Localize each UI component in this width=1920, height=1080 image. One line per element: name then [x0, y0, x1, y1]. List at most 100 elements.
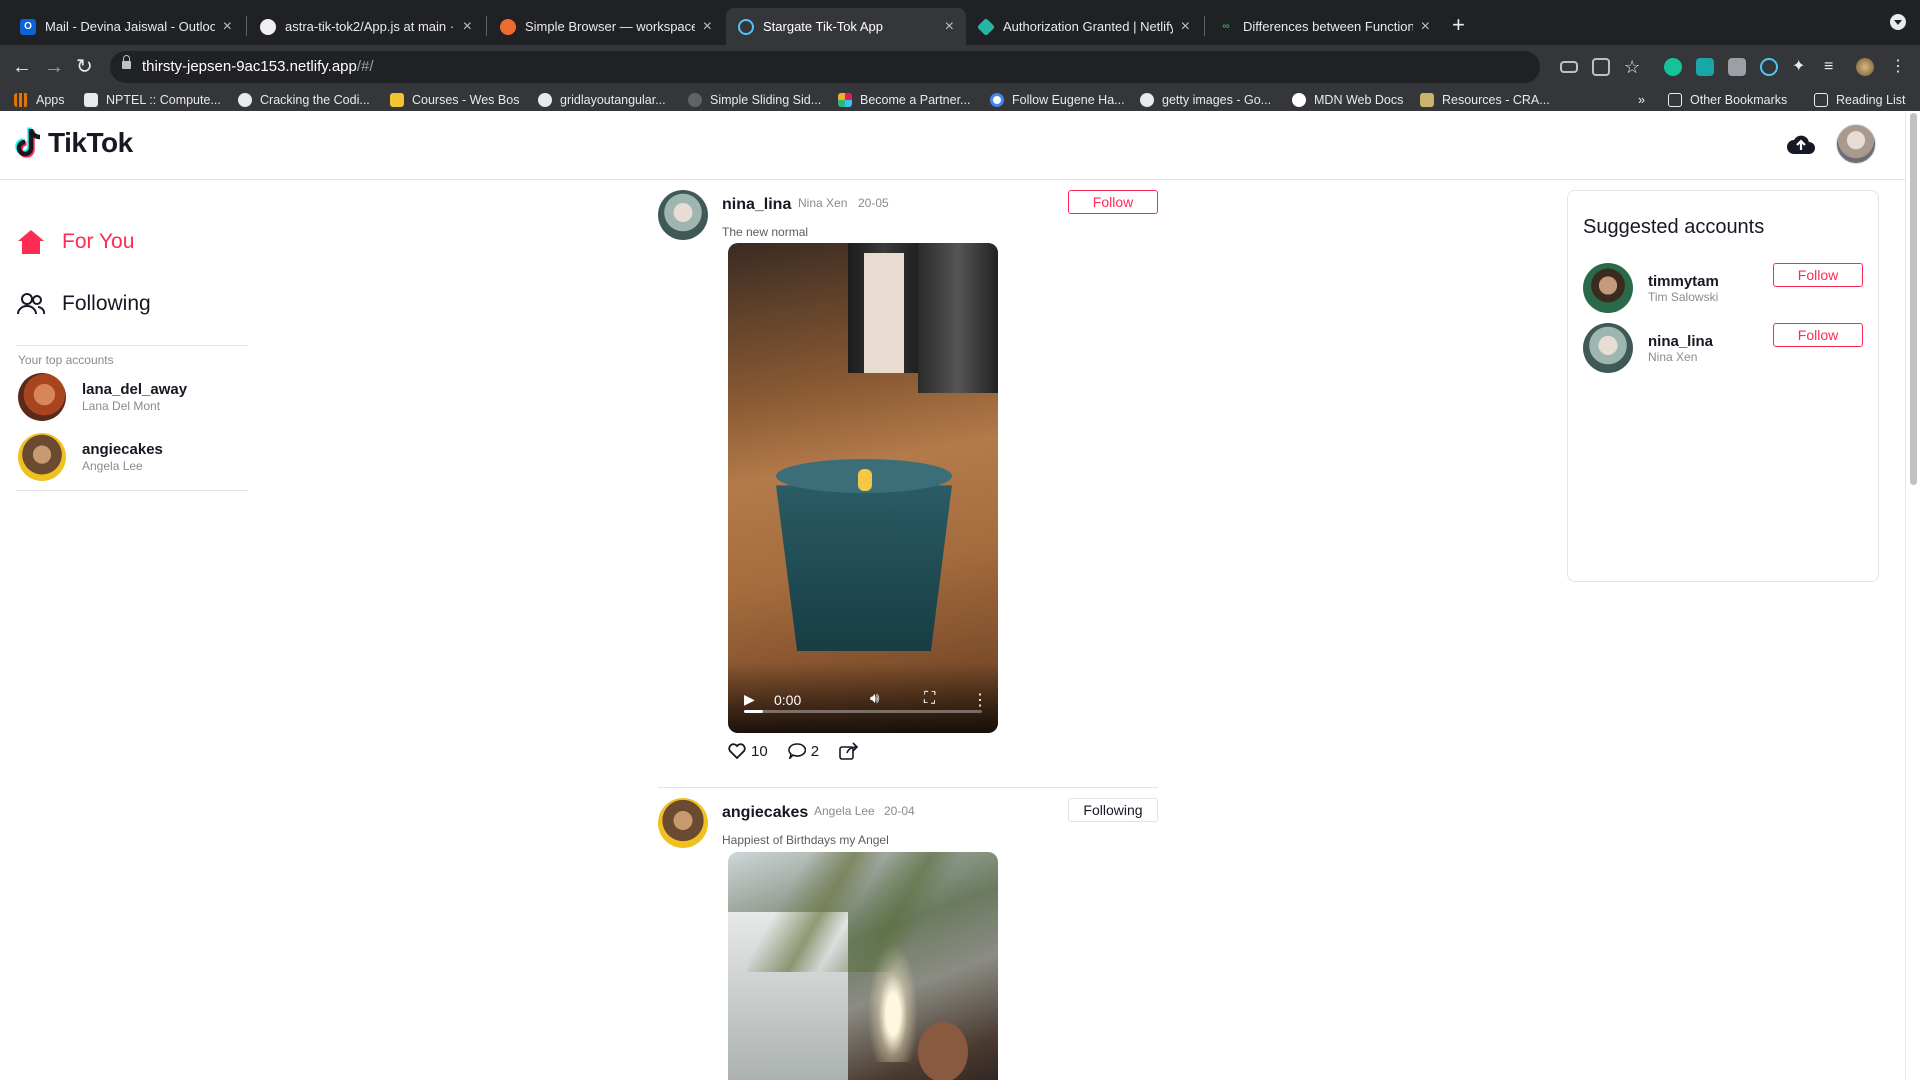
address-bar[interactable]: thirsty-jepsen-9ac153.netlify.app/#/ [110, 51, 1540, 83]
bookmark-gridlayout[interactable]: gridlayoutangular... [538, 89, 666, 111]
address-toolbar: ← → ↻ thirsty-jepsen-9ac153.netlify.app/… [0, 45, 1920, 89]
account-username: lana_del_away [82, 381, 188, 398]
divider [16, 490, 248, 491]
extension-k-icon[interactable] [1728, 58, 1746, 76]
top-accounts-label: Your top accounts [18, 353, 114, 367]
tab-close-icon[interactable]: × [945, 18, 954, 36]
media-queue-icon[interactable]: ≡ [1824, 58, 1842, 76]
sidebar-item-following[interactable]: Following [16, 273, 250, 335]
outlook-icon: O [20, 18, 36, 35]
avatar[interactable] [658, 190, 708, 240]
sidebar-item-for-you[interactable]: For You [16, 211, 250, 273]
video-player[interactable] [728, 852, 998, 1080]
tab-close-icon[interactable]: × [1181, 18, 1190, 36]
bookmark-mdn[interactable]: MDN Web Docs [1292, 89, 1403, 111]
browser-tab-differences[interactable]: ∞ Differences between Functiona × [1206, 8, 1442, 45]
browser-menu-icon[interactable]: ⋮ [1890, 58, 1908, 76]
star-icon[interactable]: ☆ [1624, 58, 1642, 76]
suggested-title: Suggested accounts [1583, 216, 1765, 238]
bookmarks-overflow[interactable]: » [1638, 89, 1645, 111]
suggested-accounts-panel: Suggested accounts timmytam Tim Salowski… [1567, 190, 1879, 582]
upload-cloud-icon[interactable] [1786, 133, 1816, 160]
comment-button[interactable]: 2 [787, 742, 820, 760]
new-tab-button[interactable]: + [1452, 12, 1465, 38]
bookmark-other[interactable]: Other Bookmarks [1668, 89, 1787, 111]
top-account-item[interactable]: lana_del_away Lana Del Mont [18, 373, 187, 421]
puzzle-icon[interactable]: ✦ [1792, 58, 1810, 76]
like-button[interactable]: 10 [728, 743, 768, 760]
app-header: TikTok [0, 111, 1905, 180]
cra-icon [1420, 93, 1434, 107]
user-avatar[interactable] [1836, 124, 1876, 164]
volume-icon[interactable]: 🔊︎ [870, 690, 879, 707]
back-icon[interactable]: ← [12, 55, 32, 79]
follow-button[interactable]: Follow [1773, 323, 1863, 347]
post-caption: Happiest of Birthdays my Angel [722, 833, 889, 847]
video-feed: nina_lina Nina Xen 20-05 Follow The new … [658, 188, 1158, 1080]
extension-check-icon[interactable] [1696, 58, 1714, 76]
browser-tab-github[interactable]: astra-tik-tok2/App.js at main · × [248, 8, 484, 45]
reload-icon[interactable]: ↻ [76, 55, 93, 79]
bookmark-resources[interactable]: Resources - CRA... [1420, 89, 1550, 111]
bookmark-reading-list[interactable]: Reading List [1814, 89, 1906, 111]
browser-tab-stargate[interactable]: Stargate Tik-Tok App × [726, 8, 966, 45]
url-host: thirsty-jepsen-9ac153.netlify.app [142, 58, 357, 75]
bookmark-getty[interactable]: getty images - Go... [1140, 89, 1271, 111]
more-options-icon[interactable]: ⋮ [972, 690, 988, 710]
play-icon[interactable]: ▶ [744, 691, 755, 708]
tiktok-app: TikTok For You Following Your top accoun… [0, 111, 1920, 1080]
browser-tab-netlify[interactable]: Authorization Granted | Netlify × [966, 8, 1202, 45]
post-username[interactable]: angiecakes [722, 804, 808, 822]
post-date: 20-05 [858, 196, 889, 210]
forward-icon[interactable]: → [44, 55, 64, 79]
video-player[interactable]: ▶ 0:00 🔊︎ ⛶ ⋮ [728, 243, 998, 733]
bookmark-nptel[interactable]: NPTEL :: Compute... [84, 89, 221, 111]
bookmark-cracking[interactable]: Cracking the Codi... [238, 89, 370, 111]
tab-title: Mail - Devina Jaiswal - Outlook [45, 19, 215, 34]
tab-close-icon[interactable]: × [1421, 18, 1430, 36]
video-progress-bar[interactable] [744, 710, 982, 713]
nptel-icon [84, 93, 98, 107]
profile-avatar[interactable] [1856, 58, 1874, 76]
suggested-account-item[interactable]: nina_lina Nina Xen Follow [1583, 323, 1865, 373]
post-username[interactable]: nina_lina [722, 196, 791, 214]
brand-name: TikTok [48, 127, 133, 158]
qr-icon[interactable] [1592, 58, 1610, 76]
react-devtools-icon[interactable] [1760, 58, 1778, 76]
cast-icon[interactable] [1560, 61, 1578, 73]
bookmarks-bar: Apps NPTEL :: Compute... Cracking the Co… [0, 89, 1920, 111]
suggested-account-item[interactable]: timmytam Tim Salowski Follow [1583, 263, 1865, 313]
bookmark-sliding[interactable]: Simple Sliding Sid... [688, 89, 821, 111]
browser-tab-simple-browser[interactable]: Simple Browser — workspace - × [488, 8, 724, 45]
share-icon [839, 742, 859, 760]
bookmark-wesbos[interactable]: Courses - Wes Bos [390, 89, 519, 111]
sidebar: For You Following [16, 211, 250, 335]
browser-tab-outlook[interactable]: O Mail - Devina Jaiswal - Outlook × [8, 8, 244, 45]
follow-button[interactable]: Follow [1068, 190, 1158, 214]
account-username: angiecakes [82, 441, 163, 458]
tab-close-icon[interactable]: × [463, 18, 472, 36]
bookmark-apps[interactable]: Apps [14, 89, 65, 111]
fullscreen-icon[interactable]: ⛶ [924, 690, 935, 708]
grammarly-icon[interactable] [1664, 58, 1682, 76]
tab-close-icon[interactable]: × [223, 18, 232, 36]
bookmark-eugene[interactable]: Follow Eugene Ha... [990, 89, 1125, 111]
follow-button[interactable]: Follow [1773, 263, 1863, 287]
slack-icon [838, 93, 852, 107]
bookmark-partner[interactable]: Become a Partner... [838, 89, 970, 111]
top-account-item[interactable]: angiecakes Angela Lee [18, 433, 163, 481]
share-button[interactable] [839, 742, 864, 760]
tab-close-icon[interactable]: × [703, 18, 712, 36]
video-scene [864, 253, 904, 373]
page-scrollbar[interactable] [1905, 111, 1920, 1080]
tiktok-logo[interactable]: TikTok [14, 127, 133, 159]
people-icon [16, 289, 46, 319]
tab-search-icon[interactable] [1890, 14, 1906, 30]
tab-title: astra-tik-tok2/App.js at main · [285, 19, 455, 34]
post-display-name: Nina Xen [798, 196, 848, 210]
avatar[interactable] [658, 798, 708, 848]
following-button[interactable]: Following [1068, 798, 1158, 822]
scrollbar-thumb[interactable] [1910, 113, 1917, 485]
feed-post: nina_lina Nina Xen 20-05 Follow The new … [658, 188, 1158, 788]
comment-count: 2 [810, 742, 820, 760]
